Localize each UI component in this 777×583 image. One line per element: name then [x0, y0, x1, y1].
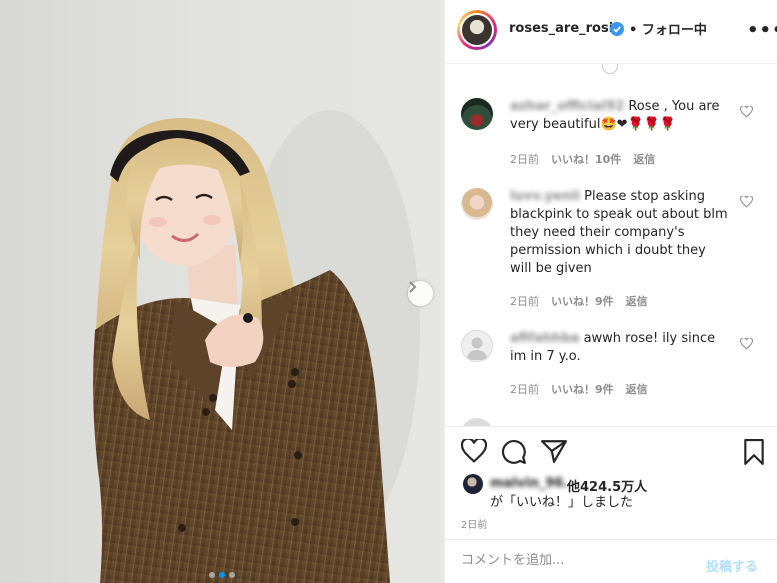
- next-slide-button[interactable]: [408, 281, 433, 306]
- liker-username[interactable]: malvin_96.: [490, 476, 569, 491]
- comment-like-heart-icon[interactable]: [740, 338, 753, 350]
- verified-badge-icon: [610, 22, 624, 36]
- comment-time: 2日前: [510, 295, 539, 308]
- post-timestamp[interactable]: 2日前: [461, 516, 487, 531]
- profile-avatar: [462, 15, 492, 45]
- save-bookmark-icon[interactable]: [743, 439, 765, 465]
- comment-meta: 2日前 いいね！10件 返信: [510, 151, 655, 167]
- comment-avatar[interactable]: [461, 98, 493, 130]
- comment-like-heart-icon[interactable]: [740, 106, 753, 118]
- comment-reply-button[interactable]: 返信: [626, 381, 648, 397]
- comment-likes-link[interactable]: いいね！9件: [551, 381, 614, 397]
- comment-username[interactable]: luvv.yenii: [510, 189, 580, 204]
- comment-bubble-icon[interactable]: [501, 439, 527, 465]
- comment-item: afifahhba awwh rose! ily since im in 7 y…: [461, 330, 771, 400]
- comment-like-heart-icon[interactable]: [740, 196, 753, 208]
- comment-time: 2日前: [510, 383, 539, 396]
- comment-avatar-partial: [461, 418, 493, 426]
- separator-dot: •: [629, 23, 638, 38]
- comment-meta: 2日前 いいね！9件 返信: [510, 381, 648, 397]
- like-heart-icon[interactable]: [461, 439, 487, 463]
- portrait-illustration: [93, 110, 420, 583]
- share-send-icon[interactable]: [541, 439, 567, 463]
- follow-status-label: フォロー中: [641, 23, 707, 38]
- comments-list: azhar_official92 Rose , You are very bea…: [445, 64, 777, 426]
- comment-item: luvv.yenii Please stop asking blackpink …: [461, 188, 771, 318]
- comment-item: azhar_official92 Rose , You are very bea…: [461, 98, 771, 178]
- comment-likes-link[interactable]: いいね！9件: [551, 293, 614, 309]
- comment-username[interactable]: afifahhba: [510, 331, 579, 346]
- post-sidebar: roses_are_rosie • フォロー中 ••• azhar_offici…: [444, 0, 777, 583]
- comment-avatar[interactable]: [461, 188, 493, 220]
- default-avatar-icon: [466, 337, 488, 360]
- carousel-indicator: [0, 572, 444, 578]
- follow-status-button[interactable]: • フォロー中: [629, 19, 707, 38]
- comment-meta: 2日前 いいね！9件 返信: [510, 293, 648, 309]
- add-comment-bar: 投稿する: [445, 539, 777, 583]
- comment-likes-link[interactable]: いいね！10件: [551, 151, 621, 167]
- post-photo: [0, 0, 444, 583]
- carousel-dot: [229, 572, 235, 578]
- comment-username[interactable]: azhar_official92: [510, 99, 624, 114]
- likes-summary: malvin_96. 他424.5万人: [463, 473, 763, 495]
- comment-time: 2日前: [510, 153, 539, 166]
- liker-avatar[interactable]: [463, 474, 483, 494]
- likes-suffix-text: が「いいね！」しました: [490, 495, 634, 510]
- comment-reply-button[interactable]: 返信: [626, 293, 648, 309]
- profile-username[interactable]: roses_are_rosie: [509, 21, 622, 36]
- instagram-post-modal: roses_are_rosie • フォロー中 ••• azhar_offici…: [0, 0, 777, 583]
- more-options-icon[interactable]: •••: [747, 20, 777, 41]
- chevron-right-icon: [409, 281, 417, 293]
- comment-reply-button[interactable]: 返信: [633, 151, 655, 167]
- carousel-dot-active: [219, 572, 225, 578]
- comment-avatar[interactable]: [461, 330, 493, 362]
- comment-input[interactable]: [459, 552, 693, 569]
- post-header: roses_are_rosie • フォロー中 •••: [445, 0, 777, 64]
- profile-avatar-ring[interactable]: [457, 10, 497, 50]
- carousel-dot: [209, 572, 215, 578]
- post-comment-button[interactable]: 投稿する: [706, 556, 758, 575]
